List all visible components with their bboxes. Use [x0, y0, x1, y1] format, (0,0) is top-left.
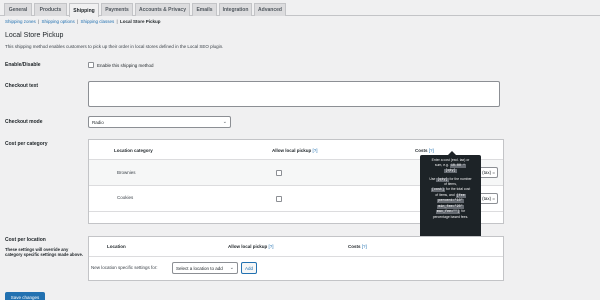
tooltip-line5: of items, and [435, 192, 455, 197]
chevron-down-icon: ⌄ [222, 119, 227, 125]
enable-checkbox-label[interactable]: Enable this shipping method [97, 63, 154, 68]
category-header-category: Location category [114, 148, 153, 153]
shipping-subnav: Shipping zones | Shipping options | Ship… [5, 19, 160, 24]
tooltip-line7: percentage based fees. [432, 214, 469, 219]
tooltip-line1: Enter a cost (excl. tax) or [431, 158, 470, 162]
page-description: This shipping method enables customers t… [5, 44, 224, 49]
subnav-shipping-options[interactable]: Shipping options [41, 19, 74, 24]
tooltip-arrow [448, 151, 456, 155]
location-header-location: Location [107, 244, 126, 249]
tab-payments[interactable]: Payments [101, 3, 133, 16]
tab-products[interactable]: Products [34, 3, 67, 16]
checkout-text-field[interactable] [88, 81, 500, 107]
tab-shipping-label: Shipping [73, 7, 95, 14]
category-row-brownies-name: Brownies [117, 170, 136, 175]
location-select[interactable]: Select a location to add ⌄ [172, 262, 238, 274]
category-allow-help-icon[interactable]: [?] [313, 148, 318, 153]
subnav-separator: | [116, 19, 118, 24]
category-row-brownies-cost-suffix: (tax) = [482, 170, 495, 175]
enable-label: Enable/Disable [5, 62, 41, 68]
tooltip-code1: 10.00 * [449, 163, 467, 168]
tab-emails-label: Emails [196, 7, 213, 13]
tab-shipping[interactable]: Shipping [69, 3, 99, 17]
category-header-costs-text: Costs [415, 148, 428, 153]
page-title: Local Store Pickup [5, 32, 64, 39]
new-location-label: New location specific settings for: [91, 265, 158, 270]
location-header-allow-text: Allow local pickup [228, 244, 268, 249]
category-row-cookies-allow-checkbox[interactable] [276, 196, 282, 202]
category-costs-help-icon[interactable]: [?] [429, 148, 434, 153]
category-row-brownies-allow-checkbox[interactable] [276, 170, 282, 176]
location-allow-help-icon[interactable]: [?] [269, 244, 274, 249]
checkout-mode-label: Checkout mode [5, 119, 43, 125]
tooltip-code2: [qty] [444, 169, 457, 174]
tooltip-line4b: for the total cost [446, 186, 471, 191]
settings-tabs: General Products Shipping Payments Accou… [0, 0, 600, 17]
tab-payments-label: Payments [105, 7, 129, 13]
chevron-down-icon: ⌄ [229, 265, 234, 271]
subnav-shipping-classes[interactable]: Shipping classes [80, 19, 114, 24]
tab-advanced[interactable]: Advanced [254, 3, 286, 16]
table-divider [89, 256, 503, 257]
tab-products-label: Products [39, 7, 62, 13]
subnav-shipping-zones[interactable]: Shipping zones [5, 19, 36, 24]
costs-help-tooltip: Enter a cost (excl. tax) or sum, e.g. 10… [420, 151, 481, 238]
tooltip-line4: of items, [444, 182, 457, 187]
subnav-current: Local Store Pickup [119, 19, 161, 24]
location-table: Location Allow local pickup [?] Costs [?… [88, 236, 504, 281]
tab-advanced-label: Advanced [258, 7, 282, 13]
location-header-costs: Costs [?] [348, 244, 367, 249]
subnav-separator: | [38, 19, 40, 24]
tooltip-code5: [fee [455, 193, 466, 198]
category-row-cookies-name: Cookies [117, 195, 134, 200]
tab-accounts-privacy[interactable]: Accounts & Privacy [135, 3, 190, 16]
tooltip-line3b: for the number [449, 176, 472, 181]
cost-per-category-label: Cost per category [5, 141, 48, 147]
tooltip-line2: sum, e.g. [434, 162, 449, 167]
tab-general-label: General [8, 7, 28, 13]
cost-per-location-label: Cost per location [5, 237, 46, 243]
checkout-mode-value: Radio [92, 119, 104, 125]
tooltip-code6: percent="10" [437, 199, 464, 204]
tab-integration-label: Integration [222, 7, 249, 13]
location-header-allow: Allow local pickup [?] [228, 244, 274, 249]
location-select-placeholder: Select a location to add [176, 265, 223, 271]
tooltip-line6: for [461, 209, 466, 214]
tab-integration[interactable]: Integration [219, 3, 252, 16]
category-header-allow: Allow local pickup [?] [272, 148, 318, 153]
tooltip-code7: min_fee="20" [437, 204, 464, 209]
location-costs-help-icon[interactable]: [?] [362, 244, 367, 249]
category-row-cookies-cost-suffix: (tax) = [482, 196, 495, 201]
save-changes-button[interactable]: Save changes [5, 292, 45, 300]
checkout-text-label: Checkout text [5, 83, 39, 89]
tooltip-line3: Use [429, 176, 436, 181]
add-location-button[interactable]: Add [241, 262, 257, 274]
category-header-costs: Costs [?] [415, 148, 434, 153]
category-header-allow-text: Allow local pickup [272, 148, 312, 153]
tooltip-code4: [cost] [430, 187, 446, 192]
cost-per-location-help: These settings will override any categor… [5, 247, 83, 258]
enable-checkbox[interactable] [88, 62, 94, 68]
tooltip-code3: [qty] [436, 177, 449, 182]
tab-emails[interactable]: Emails [192, 3, 217, 16]
subnav-separator: | [77, 19, 79, 24]
location-header-costs-text: Costs [348, 244, 361, 249]
checkout-mode-select[interactable]: Radio ⌄ [88, 116, 231, 128]
tab-general[interactable]: General [4, 3, 32, 16]
tab-accounts-privacy-label: Accounts & Privacy [139, 7, 186, 13]
tooltip-code8: max_fee=""] [435, 210, 461, 215]
